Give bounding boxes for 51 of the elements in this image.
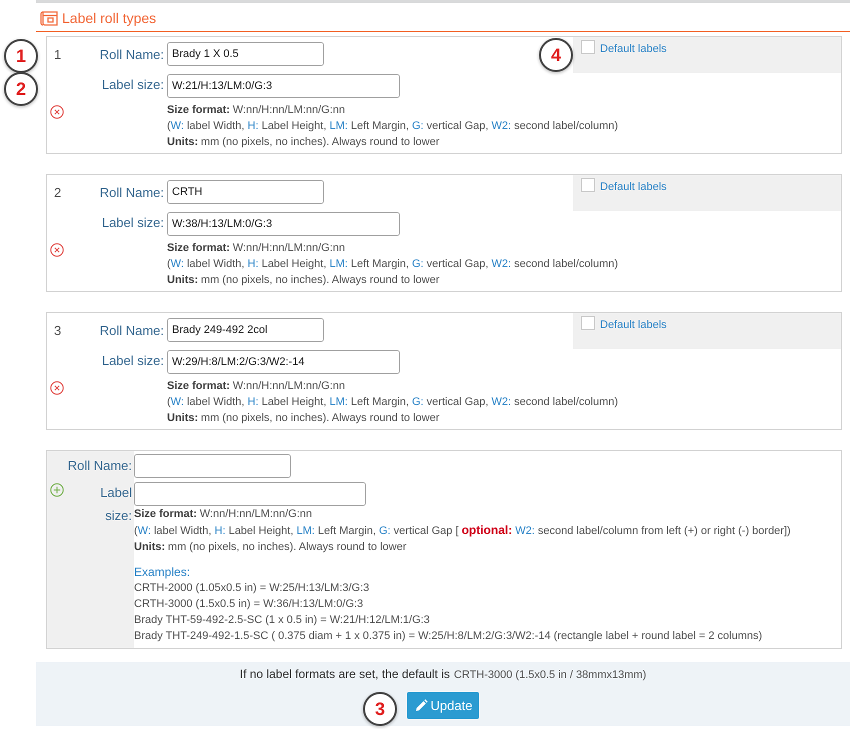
size-format-text: Size format: W:nn/H:nn/LM:nn/G:nn	[134, 507, 314, 522]
examples-title: Examples:	[134, 564, 192, 580]
roll-number: 3	[53, 322, 62, 340]
example-text: Brady THT-249-492-1.5-SC ( 0.375 diam + 1 x 0.375 in) = W:25/H:8/LM:2/G:3/W2:-14 (rectangle label + round label = 2 columns)	[134, 629, 764, 644]
legend-text: (W: label Width, H: Label Height, LM: Left Margin, G: vertical Gap [ optional: W2: second label/column from left (+) or right (-) border])	[134, 522, 792, 539]
label-size-field[interactable]	[134, 482, 366, 506]
example-text: Brady THT-59-492-2.5-SC (1 x 0.5 in) = W:21/H:12/LM:1/G:3	[134, 613, 431, 628]
size-format-text: Size format: W:nn/H:nn/LM:nn/G:nn	[167, 103, 346, 118]
label-size-field[interactable]: W:29/H:8/LM:2/G:3/W2:-14	[167, 350, 400, 374]
delete-icon[interactable]	[50, 243, 64, 257]
units-text: Units: mm (no pixels, no inches). Always round to lower	[167, 273, 440, 288]
label-size-label: Label size:	[100, 214, 165, 232]
roll-number: 1	[53, 46, 62, 64]
example-text: CRTH-2000 (1.05x0.5 in) = W:25/H:13/LM:3/G:3	[134, 581, 370, 596]
label-roll-icon	[40, 9, 60, 27]
roll-name-label: Roll Name:	[98, 322, 165, 340]
units-text: Units: mm (no pixels, no inches). Always round to lower	[167, 411, 440, 426]
legend-text: (W: label Width, H: Label Height, LM: Left Margin, G: vertical Gap, W2: second label/column)	[167, 119, 620, 134]
step-marker: 1	[4, 39, 38, 73]
default-checkbox[interactable]	[581, 178, 595, 192]
size-format-text: Size format: W:nn/H:nn/LM:nn/G:nn	[167, 241, 346, 256]
pencil-icon	[414, 698, 428, 712]
label-size-label: Label size:	[100, 352, 165, 370]
label-size-field[interactable]: W:38/H:13/LM:0/G:3	[167, 212, 400, 236]
label-size-field[interactable]: W:21/H:13/LM:0/G:3	[167, 74, 400, 98]
step-marker: 4	[539, 38, 573, 72]
size-format-text: Size format: W:nn/H:nn/LM:nn/G:nn	[167, 379, 346, 394]
roll-name-label: Roll Name:	[98, 184, 165, 202]
label-size-label: Label size:	[100, 76, 165, 94]
label-size-label: Label size:	[99, 484, 133, 525]
section-title: Label roll types	[62, 10, 156, 26]
roll-name-field[interactable]: Brady 249-492 2col	[167, 318, 324, 342]
units-text: Units: mm (no pixels, no inches). Always round to lower	[134, 540, 408, 555]
step-marker: 2	[4, 72, 38, 106]
delete-icon[interactable]	[50, 381, 64, 395]
roll-name-label: Roll Name:	[98, 46, 165, 64]
legend-text: (W: label Width, H: Label Height, LM: Left Margin, G: vertical Gap, W2: second label/column)	[167, 395, 620, 410]
roll-name-field[interactable]	[134, 454, 291, 478]
roll-number: 2	[53, 184, 62, 202]
legend-text: (W: label Width, H: Label Height, LM: Left Margin, G: vertical Gap, W2: second label/column)	[167, 257, 620, 272]
delete-icon[interactable]	[50, 105, 64, 119]
add-icon[interactable]	[50, 483, 64, 497]
default-checkbox[interactable]	[581, 40, 595, 54]
roll-name-field[interactable]: Brady 1 X 0.5	[167, 42, 324, 66]
default-checkbox[interactable]	[581, 316, 595, 330]
example-text: CRTH-3000 (1.5x0.5 in) = W:36/H:13/LM:0/G:3	[134, 597, 364, 612]
default-format-text: CRTH-3000 (1.5x0.5 in / 38mmx13mm)	[454, 668, 646, 683]
units-text: Units: mm (no pixels, no inches). Always round to lower	[167, 135, 440, 150]
default-note: If no label formats are set, the default is	[240, 666, 450, 682]
roll-name-label: Roll Name:	[66, 457, 133, 475]
roll-name-field[interactable]: CRTH	[167, 180, 324, 204]
